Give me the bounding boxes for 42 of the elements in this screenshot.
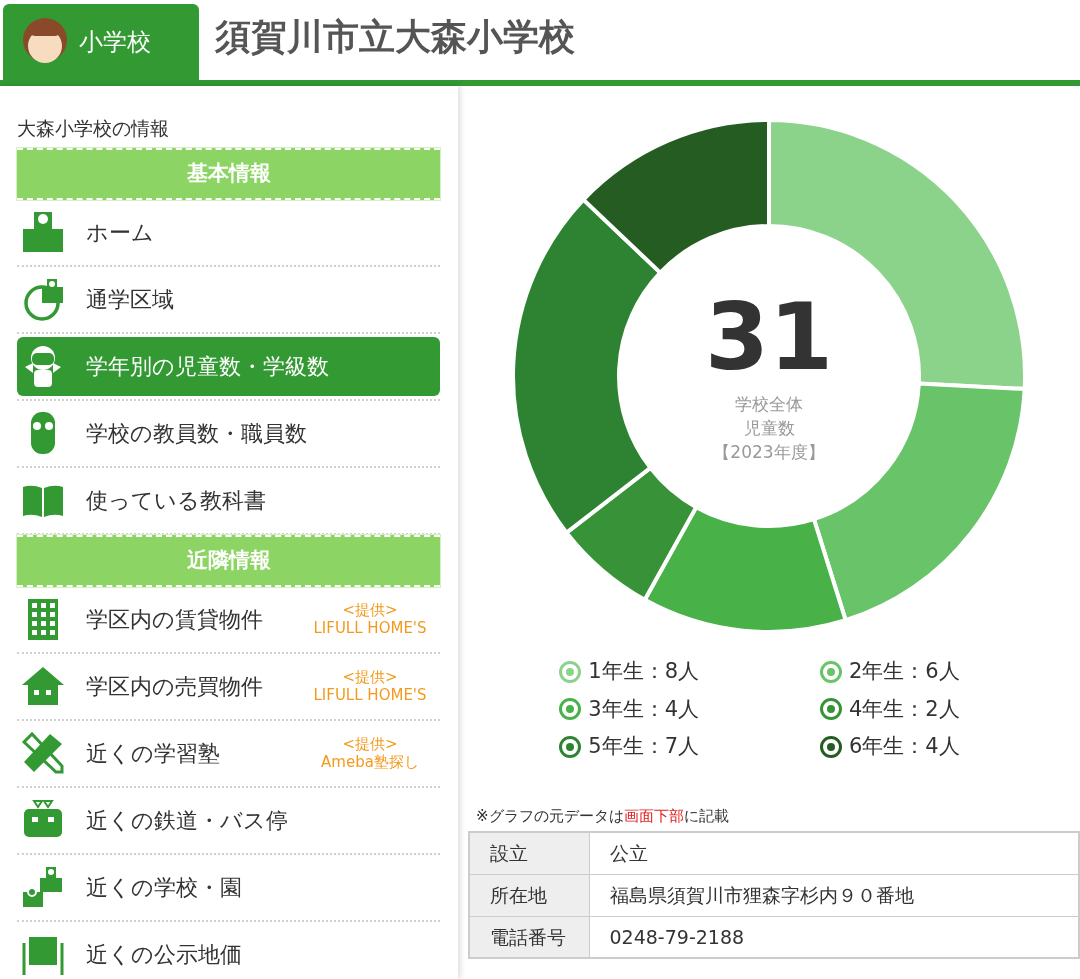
school-type-label: 小学校: [79, 27, 151, 58]
chart-caption: 児童数: [743, 417, 795, 440]
sidebar-item[interactable]: 近くの鉄道・バス停: [17, 790, 440, 850]
chart-caption: 学校全体: [735, 393, 803, 416]
sidebar-item[interactable]: 近くの学校・園: [17, 857, 440, 917]
sidebar-item[interactable]: 学区内の賃貸物件 <提供> LIFULL HOME'S: [17, 589, 440, 649]
legend-label: 2年生：6人: [849, 658, 960, 685]
sidebar-item[interactable]: 使っている教科書: [17, 470, 440, 530]
total-count: 31: [705, 288, 833, 388]
sidebar-item[interactable]: 学区内の売買物件 <提供> LIFULL HOME'S: [17, 656, 440, 716]
provider-credit: <提供>: [342, 601, 398, 619]
provider-credit: <提供>: [342, 668, 398, 686]
provider-credit: LIFULL HOME'S: [313, 686, 427, 704]
table-header-cell: 電話番号: [469, 916, 589, 958]
page-title: 須賀川市立大森小学校: [215, 15, 575, 59]
sidebar-item[interactable]: 学校の教員数・職員数: [17, 403, 440, 463]
sidebar-item[interactable]: 通学区域: [17, 269, 440, 329]
legend-label: 5年生：7人: [588, 733, 699, 760]
chart-caption: 【2023年度】: [713, 441, 825, 464]
provider-credit: <提供>: [342, 735, 398, 753]
section-header: 基本情報: [17, 147, 440, 200]
legend-label: 4年生：2人: [849, 695, 960, 723]
sidebar-heading: 大森小学校の情報: [17, 116, 170, 141]
sidebar-item[interactable]: 学年別の児童数・学級数: [17, 336, 440, 396]
provider-credit: LIFULL HOME'S: [313, 619, 427, 637]
sidebar-item[interactable]: ホーム: [17, 202, 440, 262]
pencil-ruler-icon: [20, 730, 66, 776]
table-cell: 0248-79-2188: [589, 916, 1079, 958]
table-cell: 福島県須賀川市狸森字杉内９０番地: [589, 874, 1079, 916]
note-link[interactable]: 画面下部: [623, 806, 684, 825]
table-header-cell: 所在地: [469, 874, 589, 916]
provider-credit: Ameba塾探し: [321, 753, 419, 771]
legend-label: 1年生：8人: [588, 658, 699, 685]
section-header: 近隣情報: [17, 534, 440, 587]
table-header-cell: 設立: [469, 832, 589, 874]
table-cell: 公立: [589, 832, 1079, 874]
sidebar-item[interactable]: 近くの公示地価: [17, 924, 440, 979]
legend-label: 6年生：4人: [849, 733, 960, 760]
sidebar-item[interactable]: 近くの学習塾 <提供> Ameba塾探し: [17, 723, 440, 783]
chart-note: ※グラフの元データは画面下部に記載: [476, 805, 730, 827]
legend-label: 3年生：4人: [588, 695, 699, 723]
school-building-icon: [20, 209, 66, 255]
